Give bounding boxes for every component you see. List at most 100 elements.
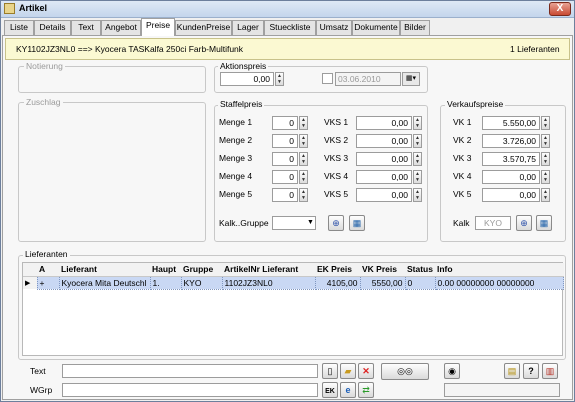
help-icon: ? (528, 366, 534, 376)
vk-4-input[interactable]: 0,00 (482, 170, 540, 184)
vks-3-spinner[interactable]: ▲ ▼ (413, 152, 422, 166)
vk-3-spinner[interactable]: ▲ ▼ (541, 152, 550, 166)
vk-5-spinner[interactable]: ▲ ▼ (541, 188, 550, 202)
delete-text-button[interactable]: ✕ (358, 363, 374, 379)
status-field (444, 383, 560, 397)
help-button[interactable]: ? (523, 363, 539, 379)
col-info[interactable]: Info (435, 263, 564, 277)
ek-button[interactable]: EK (322, 382, 338, 398)
tab-stueckliste[interactable]: Stueckliste (264, 20, 316, 35)
cell-haupt[interactable]: 1. (149, 275, 182, 290)
menge-5-input[interactable]: 0 (272, 188, 298, 202)
col-a[interactable]: A (37, 263, 59, 277)
menge-4-spinner[interactable]: ▲ ▼ (299, 170, 308, 184)
vks-5-input[interactable]: 0,00 (356, 188, 412, 202)
vk-1-spinner[interactable]: ▲ ▼ (541, 116, 550, 130)
vks-1-input[interactable]: 0,00 (356, 116, 412, 130)
menge-1-input[interactable]: 0 (272, 116, 298, 130)
article-title: KY1102JZ3NL0 ==> Kyocera TASKalfa 250ci … (16, 44, 244, 54)
vk-3-label: VK 3 (453, 153, 472, 163)
cell-artikelnr[interactable]: 1102JZ3NL0 (221, 275, 316, 290)
cell-a[interactable]: + (36, 275, 60, 290)
vks-5-spinner[interactable]: ▲ ▼ (413, 188, 422, 202)
refresh-button[interactable]: ⇄ (358, 382, 374, 398)
menge-3-input[interactable]: 0 (272, 152, 298, 166)
vk-4-spinner[interactable]: ▲ ▼ (541, 170, 550, 184)
tab-umsatz[interactable]: Umsatz (316, 20, 352, 35)
tab-liste[interactable]: Liste (4, 20, 34, 35)
menge-5-spinner[interactable]: ▲ ▼ (299, 188, 308, 202)
vks-4-spinner[interactable]: ▲ ▼ (413, 170, 422, 184)
kalk-input[interactable]: KYO (475, 216, 511, 230)
new-text-button[interactable]: ▯ (322, 363, 338, 379)
vk-1-input[interactable]: 5.550,00 (482, 116, 540, 130)
col-ek-preis[interactable]: EK Preis (315, 263, 360, 277)
kalk-calculator-button[interactable]: ▦ (536, 215, 552, 231)
aktionspreis-spinner[interactable]: ▲ ▼ (275, 72, 284, 86)
vks-3-input[interactable]: 0,00 (356, 152, 412, 166)
cell-ek-preis[interactable]: 4105,00 (314, 275, 361, 290)
aktionspreis-date-checkbox[interactable] (322, 73, 333, 84)
lookup-button[interactable]: ◎◎ (381, 363, 429, 380)
tab-bilder[interactable]: Bilder (400, 20, 430, 35)
kalk-gruppe-calculator-button[interactable]: ▦ (349, 215, 365, 231)
close-button[interactable]: X (549, 2, 571, 16)
vks-1-spinner[interactable]: ▲ ▼ (413, 116, 422, 130)
refresh-icon: ⇄ (362, 385, 370, 395)
kalk-search-button[interactable]: ⊕ (516, 215, 532, 231)
cell-info[interactable]: 0.00 00000000 00000000 (434, 275, 564, 290)
cell-lieferant[interactable]: Kyocera Mita Deutschl (58, 275, 151, 290)
menge-1-spinner[interactable]: ▲ ▼ (299, 116, 308, 130)
suppliers-count: 1 Lieferanten (510, 44, 560, 54)
col-vk-preis[interactable]: VK Preis (360, 263, 405, 277)
note-button[interactable]: ▤ (504, 363, 520, 379)
aktionspreis-input[interactable]: 0,00 (220, 72, 274, 86)
vk-3-input[interactable]: 3.570,75 (482, 152, 540, 166)
vks-2-spinner[interactable]: ▲ ▼ (413, 134, 422, 148)
menge-2-spinner[interactable]: ▲ ▼ (299, 134, 308, 148)
web-search-button[interactable]: e (340, 382, 356, 398)
vk-5-input[interactable]: 0,00 (482, 188, 540, 202)
wgrp-input[interactable] (62, 383, 318, 397)
chevron-down-icon[interactable]: ▼ (306, 217, 315, 229)
tab-kundenpreise[interactable]: KundenPreise (175, 20, 232, 35)
search-binoculars-button[interactable]: ◉ (444, 363, 460, 379)
vk-2-spinner[interactable]: ▲ ▼ (541, 134, 550, 148)
tab-dokumente[interactable]: Dokumente (352, 20, 400, 35)
tab-text[interactable]: Text (71, 20, 101, 35)
app-icon (4, 3, 15, 14)
menge-4-input[interactable]: 0 (272, 170, 298, 184)
tab-details[interactable]: Details (34, 20, 71, 35)
notierung-title: Notierung (24, 61, 65, 71)
open-text-button[interactable]: ▰ (340, 363, 356, 379)
calendar-dropdown-button[interactable]: ▦▾ (402, 72, 420, 86)
table-row[interactable]: ▶ + Kyocera Mita Deutschl 1. KYO 1102JZ3… (23, 275, 564, 290)
cell-status[interactable]: 0 (404, 275, 436, 290)
col-gruppe[interactable]: Gruppe (181, 263, 222, 277)
note-icon: ▤ (507, 366, 517, 376)
kalk-gruppe-search-button[interactable]: ⊕ (328, 215, 344, 231)
aktionspreis-date-input[interactable]: 03.06.2010 (335, 72, 401, 86)
lieferanten-title: Lieferanten (23, 249, 70, 259)
new-document-icon: ▯ (327, 366, 333, 376)
vks-4-input[interactable]: 0,00 (356, 170, 412, 184)
tab-lager[interactable]: Lager (232, 20, 264, 35)
vk-2-input[interactable]: 3.726,00 (482, 134, 540, 148)
export-button[interactable]: ▥ (542, 363, 558, 379)
col-lieferant[interactable]: Lieferant (59, 263, 150, 277)
verkaufspreise-title: Verkaufspreise (445, 99, 506, 109)
tab-angebot[interactable]: Angebot (101, 20, 141, 35)
cell-vk-preis[interactable]: 5550,00 (359, 275, 406, 290)
vks-5-label: VKS 5 (324, 189, 349, 199)
magnifier-icon: ⊕ (332, 218, 340, 228)
cell-gruppe[interactable]: KYO (180, 275, 223, 290)
text-input[interactable] (62, 364, 318, 378)
col-status[interactable]: Status (405, 263, 435, 277)
menge-3-spinner[interactable]: ▲ ▼ (299, 152, 308, 166)
col-haupt[interactable]: Haupt (150, 263, 181, 277)
col-artikelnr[interactable]: ArtikelNr Lieferant (222, 263, 315, 277)
menge-2-input[interactable]: 0 (272, 134, 298, 148)
tab-preise[interactable]: Preise (141, 18, 175, 36)
vks-2-input[interactable]: 0,00 (356, 134, 412, 148)
vks-1-label: VKS 1 (324, 117, 349, 127)
